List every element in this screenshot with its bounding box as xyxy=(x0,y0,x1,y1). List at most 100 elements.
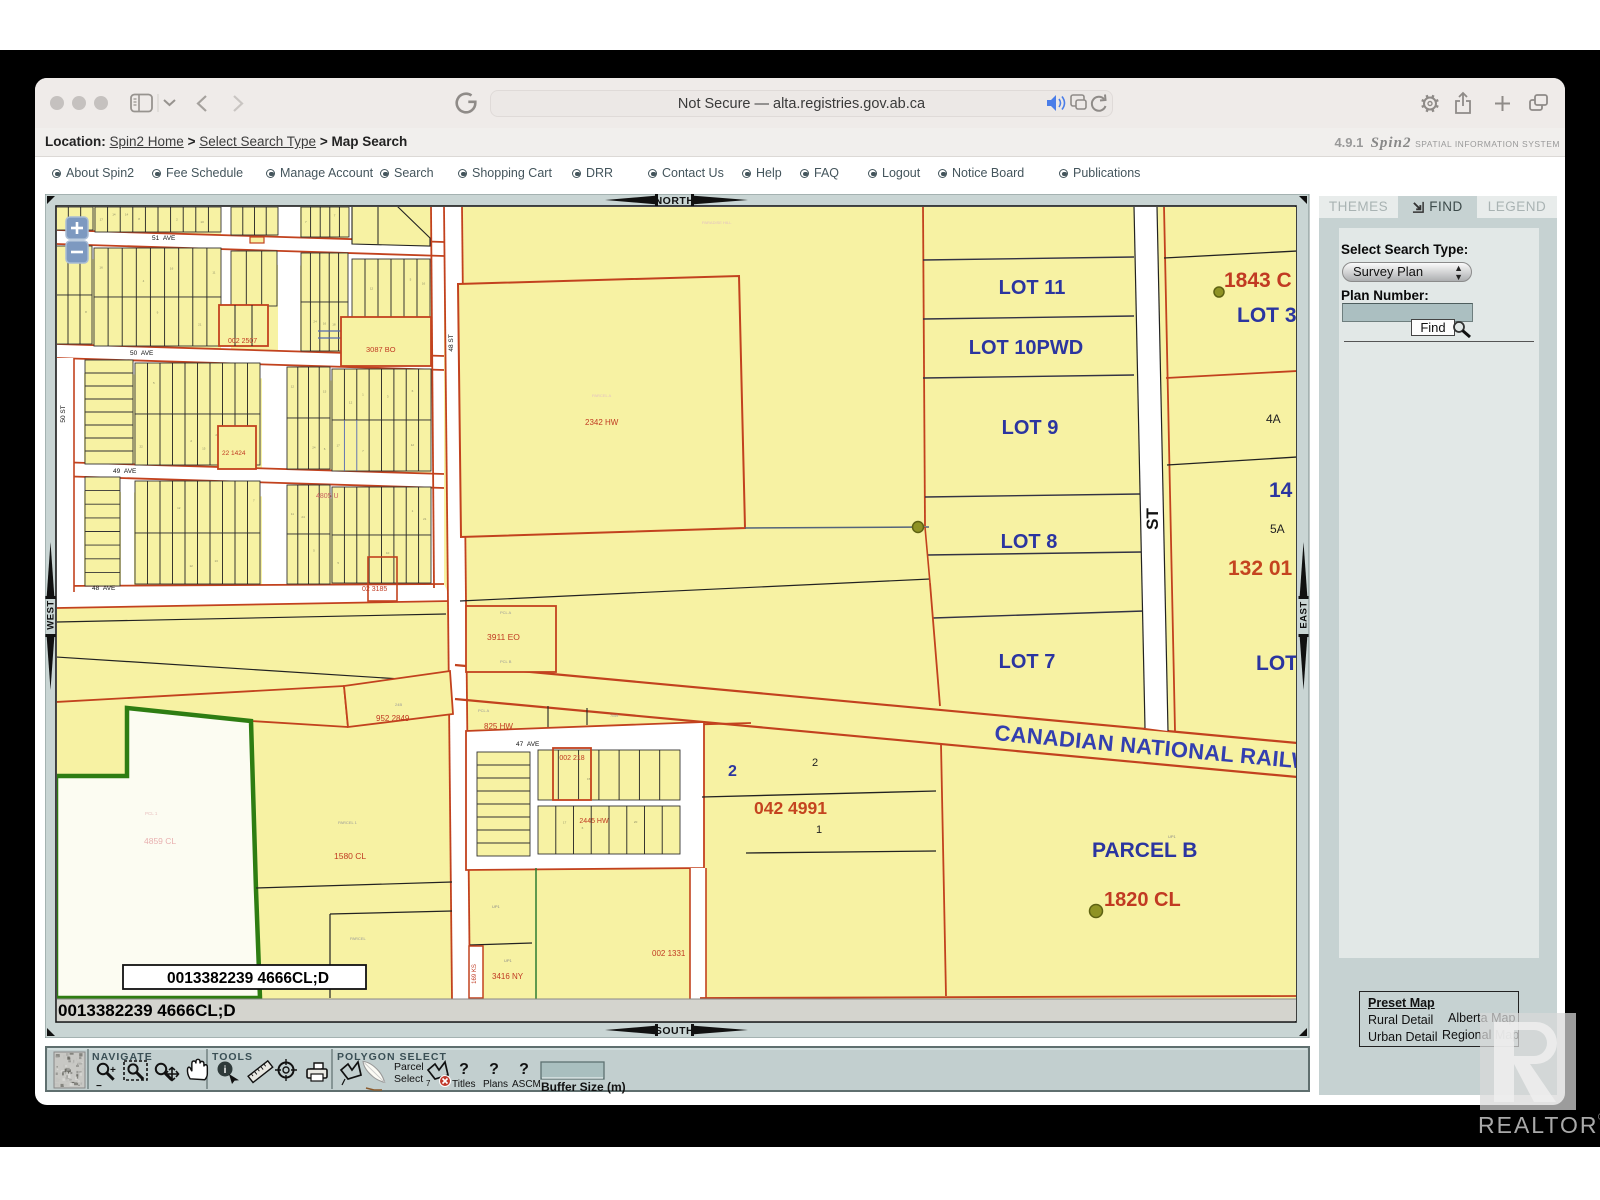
svg-text:17: 17 xyxy=(100,217,104,221)
svg-text:2445 HW: 2445 HW xyxy=(579,818,609,825)
svg-text:11: 11 xyxy=(291,512,294,516)
svg-text:PARCEL: PARCEL xyxy=(350,936,366,941)
svg-text:14: 14 xyxy=(1269,479,1293,502)
svg-text:10: 10 xyxy=(386,551,390,555)
svg-text:LOT 10PWD: LOT 10PWD xyxy=(969,337,1083,359)
svg-text:PARADISE HILL: PARADISE HILL xyxy=(702,220,732,225)
svg-text:12: 12 xyxy=(190,564,194,568)
svg-text:PARCEL B: PARCEL B xyxy=(1092,839,1197,862)
svg-text:5A: 5A xyxy=(1270,522,1285,536)
svg-text:TOOLS: TOOLS xyxy=(212,1051,253,1063)
svg-text:3416 NY: 3416 NY xyxy=(492,972,524,981)
svg-text:1580 CL: 1580 CL xyxy=(334,851,366,861)
svg-text:17: 17 xyxy=(563,820,567,824)
svg-text:?: ? xyxy=(489,1061,499,1078)
svg-text:PARCEL A: PARCEL A xyxy=(592,393,611,398)
svg-text:1820 CL: 1820 CL xyxy=(1104,889,1181,911)
svg-text:14: 14 xyxy=(112,212,116,216)
svg-text:Plans: Plans xyxy=(483,1079,508,1090)
svg-text:Parcel: Parcel xyxy=(394,1061,424,1073)
svg-text:LOT 11: LOT 11 xyxy=(999,277,1066,299)
svg-text:13: 13 xyxy=(215,559,219,563)
svg-text:REALTOR: REALTOR xyxy=(1478,1112,1599,1138)
svg-text:LOT: LOT xyxy=(1256,652,1298,675)
svg-text:12: 12 xyxy=(349,401,353,405)
svg-text:002 218: 002 218 xyxy=(559,755,584,762)
svg-text:PCL A: PCL A xyxy=(478,708,490,713)
svg-text:4859 CL: 4859 CL xyxy=(144,836,176,846)
svg-text:SOUTH: SOUTH xyxy=(655,1025,694,1037)
svg-text:LOT 3: LOT 3 xyxy=(1237,304,1297,327)
svg-text:PARCEL 1: PARCEL 1 xyxy=(338,820,358,825)
svg-text:PCL 1: PCL 1 xyxy=(145,811,158,816)
svg-text:Titles: Titles xyxy=(452,1079,476,1090)
svg-text:?: ? xyxy=(459,1061,469,1078)
svg-text:Buffer Size (m): Buffer Size (m) xyxy=(541,1080,626,1094)
svg-text:7: 7 xyxy=(426,1079,431,1088)
svg-text:0013382239 4666CL;D: 0013382239 4666CL;D xyxy=(167,970,329,987)
svg-text:WEST: WEST xyxy=(46,600,57,629)
svg-text:002 1331: 002 1331 xyxy=(652,949,686,958)
svg-text:16: 16 xyxy=(422,282,426,286)
svg-text:UP1: UP1 xyxy=(492,904,501,909)
svg-text:0013382239 4666CL;D: 0013382239 4666CL;D xyxy=(58,1001,236,1020)
svg-text:51 AVE: 51 AVE xyxy=(152,235,176,242)
svg-text:ASCM: ASCM xyxy=(512,1079,541,1090)
svg-text:24: 24 xyxy=(312,446,316,450)
svg-text:002 2507: 002 2507 xyxy=(228,338,257,345)
svg-text:LOT 7: LOT 7 xyxy=(999,651,1056,673)
svg-text:ST: ST xyxy=(1143,508,1162,530)
svg-text:20: 20 xyxy=(634,820,638,824)
svg-text:24: 24 xyxy=(301,515,305,519)
svg-text:50 ST: 50 ST xyxy=(60,405,67,422)
svg-text:2: 2 xyxy=(812,757,818,769)
svg-text:21: 21 xyxy=(423,517,427,521)
svg-text:50 AVE: 50 AVE xyxy=(130,350,154,357)
svg-text:PCL A: PCL A xyxy=(500,610,512,615)
svg-text:16: 16 xyxy=(323,321,327,325)
svg-text:1: 1 xyxy=(816,824,822,836)
svg-text:NORTH: NORTH xyxy=(655,195,695,207)
svg-text:16: 16 xyxy=(99,266,103,270)
svg-text:132 01: 132 01 xyxy=(1228,557,1293,580)
svg-text:Select: Select xyxy=(394,1073,423,1085)
svg-text:PCL B: PCL B xyxy=(500,659,512,664)
svg-text:LOT 8: LOT 8 xyxy=(1001,531,1058,553)
svg-text:169 KS: 169 KS xyxy=(472,964,478,984)
svg-text:24B: 24B xyxy=(395,702,402,707)
svg-text:952 2849: 952 2849 xyxy=(376,714,410,723)
svg-text:10: 10 xyxy=(200,220,204,224)
svg-text:22 1424: 22 1424 xyxy=(222,450,246,457)
svg-text:042 4991: 042 4991 xyxy=(754,798,827,818)
svg-text:NAVIGATE: NAVIGATE xyxy=(92,1051,153,1063)
svg-text:1843 C: 1843 C xyxy=(1224,269,1292,292)
svg-text:02 3185: 02 3185 xyxy=(362,586,387,593)
svg-text:12: 12 xyxy=(291,384,295,388)
svg-text:15: 15 xyxy=(202,446,206,450)
svg-text:2: 2 xyxy=(728,763,737,780)
svg-text:EAST: EAST xyxy=(1299,601,1310,628)
svg-text:3911 EO: 3911 EO xyxy=(487,632,520,642)
svg-text:18: 18 xyxy=(332,323,336,327)
svg-text:24: 24 xyxy=(313,319,317,323)
svg-text:i: i xyxy=(224,1065,227,1076)
svg-text:2342 HW: 2342 HW xyxy=(585,418,619,427)
svg-text:7MR: 7MR xyxy=(610,713,619,718)
svg-text:12: 12 xyxy=(177,506,181,510)
svg-text:21: 21 xyxy=(198,322,202,326)
svg-text:15: 15 xyxy=(323,389,327,393)
svg-text:4805 U: 4805 U xyxy=(316,493,339,500)
svg-text:?: ? xyxy=(519,1061,529,1078)
svg-text:11: 11 xyxy=(212,271,215,275)
svg-text:48 ST: 48 ST xyxy=(448,334,455,351)
svg-text:12: 12 xyxy=(370,286,374,290)
svg-text:3087 BO: 3087 BO xyxy=(366,345,396,354)
svg-text:−: − xyxy=(96,1081,102,1092)
svg-text:14: 14 xyxy=(125,212,129,216)
svg-text:47 AVE: 47 AVE xyxy=(516,741,540,748)
svg-text:49 AVE: 49 AVE xyxy=(113,468,137,475)
svg-text:4A: 4A xyxy=(1266,412,1281,426)
svg-text:POLYGON SELECT: POLYGON SELECT xyxy=(337,1051,447,1063)
svg-text:UP1: UP1 xyxy=(504,958,513,963)
svg-text:48 AVE: 48 AVE xyxy=(92,585,116,592)
